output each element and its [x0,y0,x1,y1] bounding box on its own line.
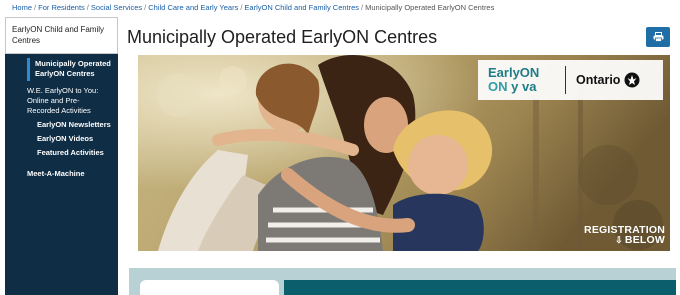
registration-below-label: REGISTRATION ⇩ BELOW [584,225,665,246]
trillium-icon [624,72,640,88]
sidebar-item-meet-a-machine[interactable]: Meet-A-Machine [5,158,118,179]
print-icon [653,32,663,42]
logo-divider [565,66,566,94]
breadcrumb-separator: / [361,3,364,12]
ontario-logo: Ontario [576,72,640,88]
sidebar-nav: EarlyON Child and Family Centres Municip… [5,17,118,295]
registration-line2-text: BELOW [624,234,665,246]
content-teal-block [284,280,676,295]
earlyon-logo-on: ON [488,79,508,94]
hero-banner: EarlyON ON y va Ontario REGISTRATION ⇩ BE… [138,55,670,251]
down-arrow-icon: ⇩ [615,235,623,245]
breadcrumb-current: Municipally Operated EarlyON Centres [365,3,495,12]
sidebar-item-featured-activities[interactable]: Featured Activities [5,144,118,158]
earlyon-logo-y-va: y va [511,79,537,94]
breadcrumb-link-home[interactable]: Home [12,3,32,12]
breadcrumb-separator: / [144,3,147,12]
breadcrumb-link-for-residents[interactable]: For Residents [38,3,85,12]
sidebar-section-title[interactable]: EarlyON Child and Family Centres [5,17,118,54]
breadcrumb-link-child-care[interactable]: Child Care and Early Years [148,3,238,12]
page-title: Municipally Operated EarlyON Centres [127,27,438,47]
print-button[interactable] [646,27,670,47]
breadcrumb-separator: / [240,3,243,12]
sidebar-item-earlyon-newsletters[interactable]: EarlyON Newsletters [5,116,118,130]
breadcrumb-link-earlyon-centres[interactable]: EarlyON Child and Family Centres [244,3,359,12]
sidebar-item-we-earlyon-to-you[interactable]: W.E. EarlyON to You: Online and Pre-Reco… [5,81,118,116]
breadcrumb: Home / For Residents / Social Services / Child… [12,3,494,12]
sidebar-item-municipally-operated[interactable]: Municipally Operated EarlyON Centres [27,58,118,81]
breadcrumb-separator: / [86,3,89,12]
content-card [140,280,279,295]
content-panel [129,268,676,295]
ontario-logo-text: Ontario [576,73,621,87]
sidebar-item-earlyon-videos[interactable]: EarlyON Videos [5,130,118,144]
earlyon-logo: EarlyON ON y va [478,66,563,94]
breadcrumb-separator: / [34,3,37,12]
earlyon-logo-line2: ON y va [488,80,563,94]
registration-line2: ⇩ BELOW [584,234,665,246]
earlyon-ontario-logo: EarlyON ON y va Ontario [478,60,663,100]
earlyon-logo-line1: EarlyON [488,65,540,80]
breadcrumb-link-social-services[interactable]: Social Services [91,3,142,12]
